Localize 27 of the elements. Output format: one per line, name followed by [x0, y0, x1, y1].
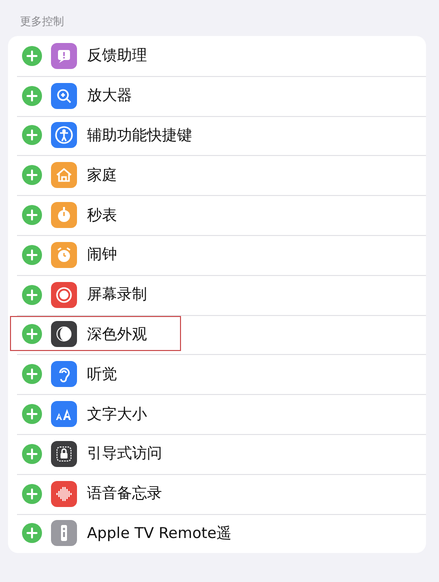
add-icon[interactable]: [22, 86, 42, 106]
control-label: 深色外观: [87, 324, 147, 344]
add-icon[interactable]: [22, 484, 42, 504]
add-icon[interactable]: [22, 125, 42, 146]
control-label: 反馈助理: [87, 46, 147, 66]
control-label: 语音备忘录: [87, 484, 162, 504]
control-label: Apple TV Remote遥: [87, 524, 232, 543]
add-icon[interactable]: [22, 324, 42, 344]
add-icon[interactable]: [22, 205, 42, 226]
control-label: 家庭: [87, 166, 117, 185]
control-label: 文字大小: [87, 404, 147, 424]
section-header: 更多控制: [19, 14, 65, 30]
control-label: 引导式访问: [87, 444, 162, 464]
add-icon[interactable]: [22, 46, 42, 66]
add-icon[interactable]: [22, 523, 42, 544]
add-icon[interactable]: [22, 444, 42, 464]
control-label: 闹钟: [87, 245, 117, 264]
add-icon[interactable]: [22, 165, 42, 186]
add-icon[interactable]: [22, 244, 42, 265]
control-label: 听觉: [87, 364, 117, 384]
control-label: 秒表: [87, 206, 117, 225]
control-label: 放大器: [87, 86, 132, 106]
control-label: 辅助功能快捷键: [87, 126, 192, 145]
add-icon[interactable]: [22, 364, 42, 384]
control-label: 屏幕录制: [87, 285, 147, 304]
add-icon[interactable]: [22, 404, 42, 424]
add-icon[interactable]: [22, 284, 42, 305]
